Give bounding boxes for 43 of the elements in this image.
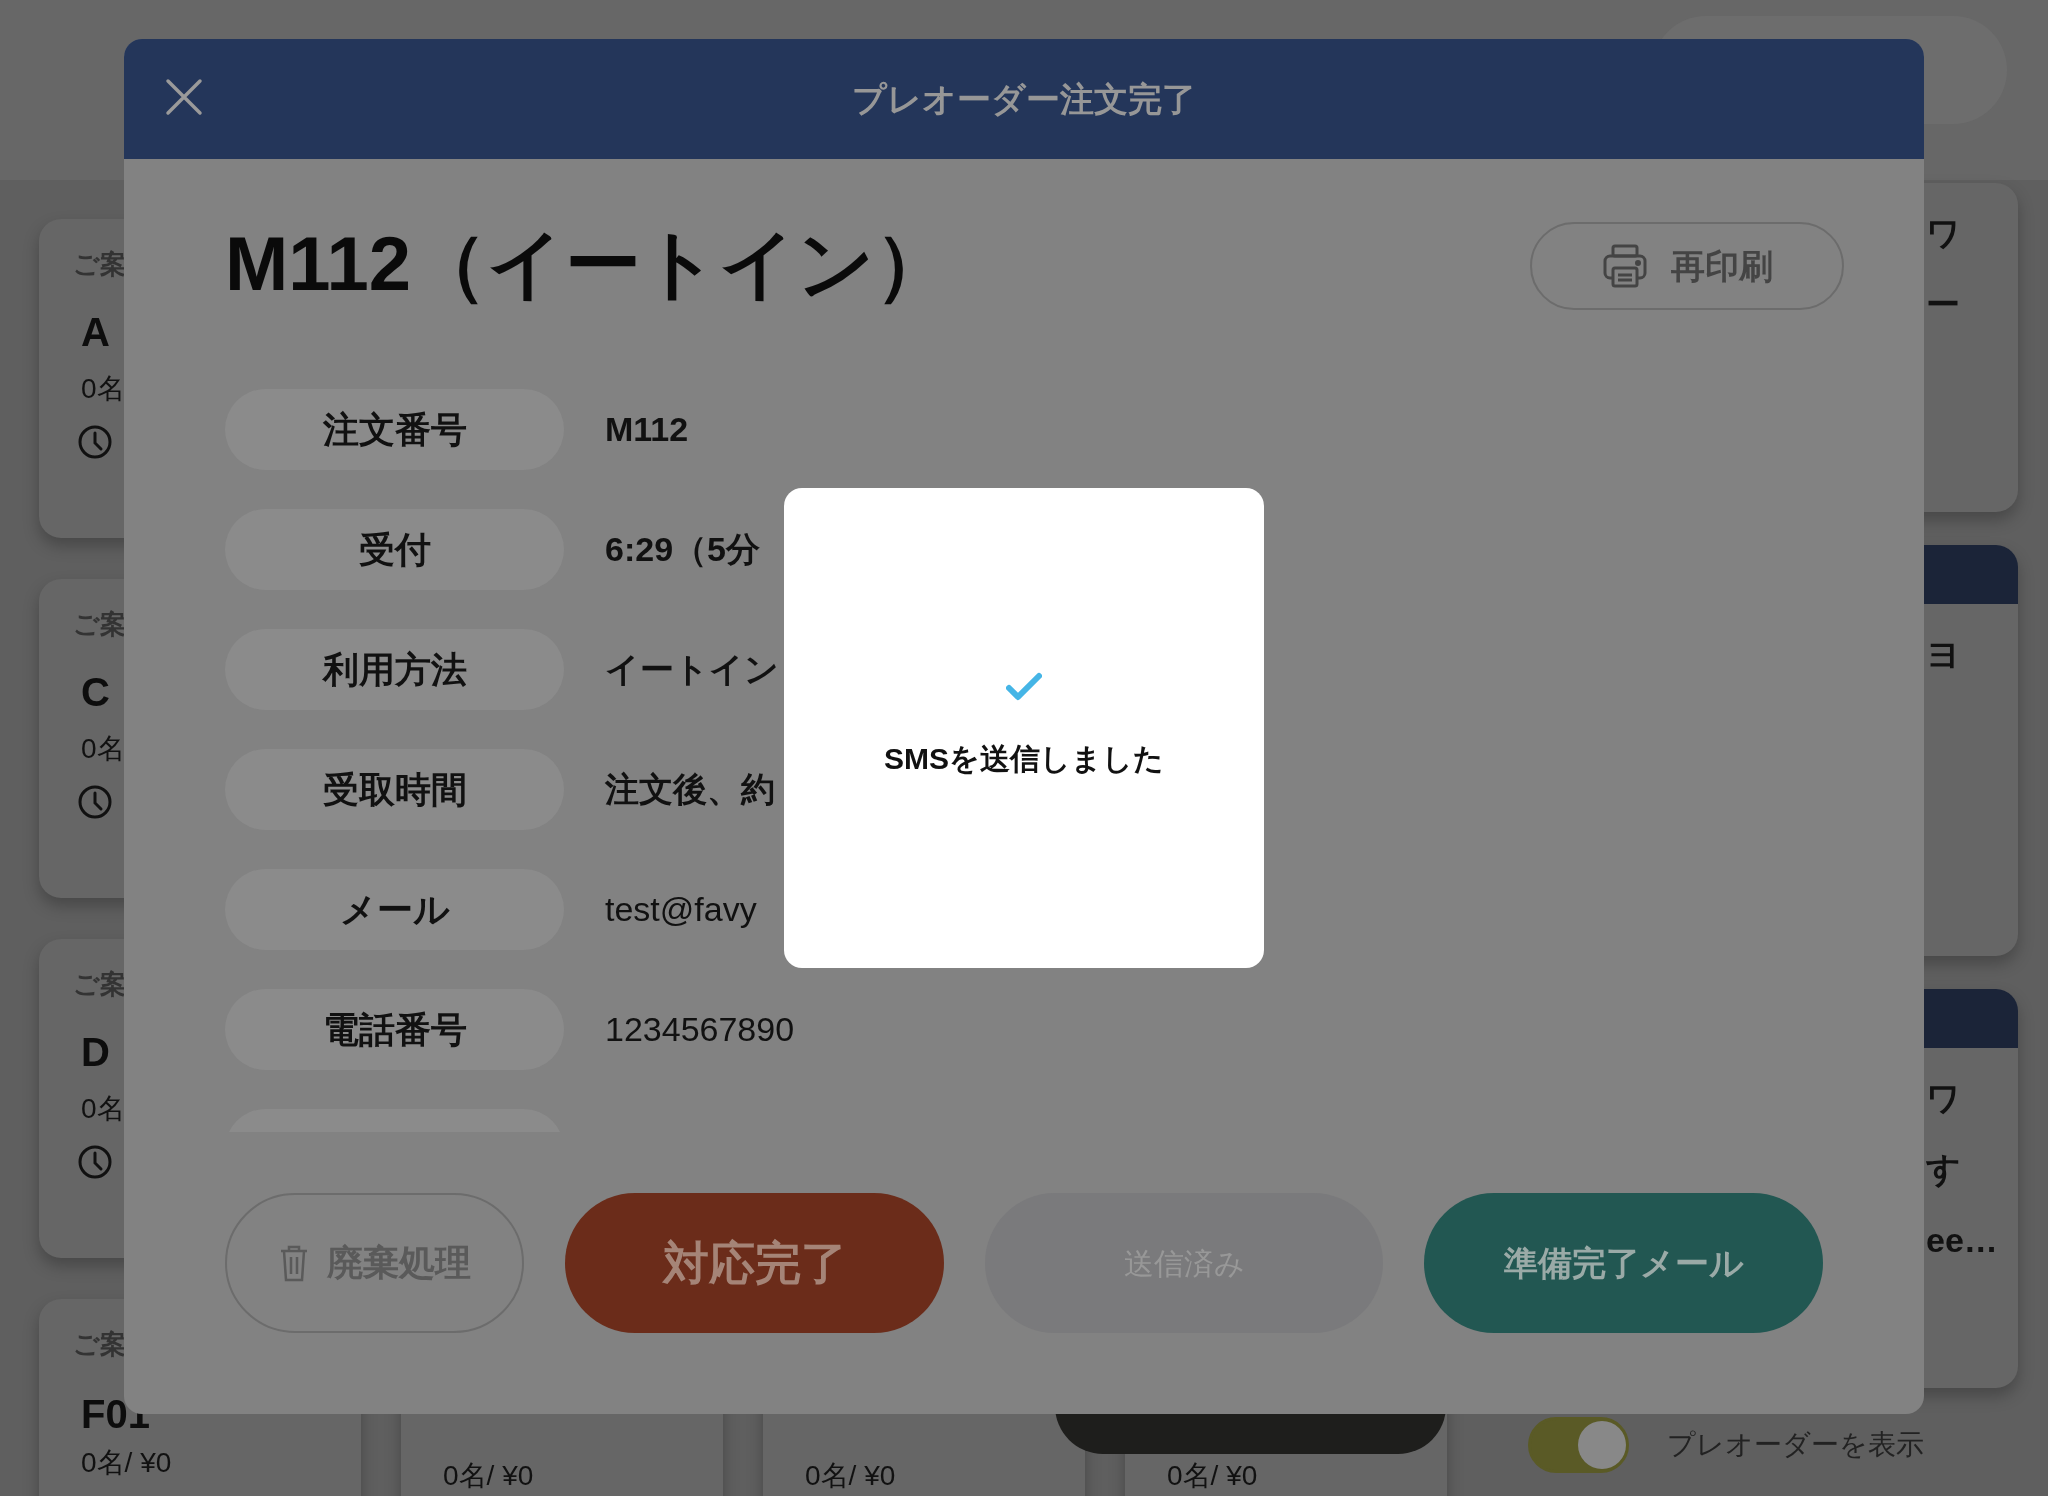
toggle-label: プレオーダーを表示	[1667, 1428, 1924, 1462]
field-value: イートイン	[605, 649, 779, 690]
guest-count: 0名	[81, 732, 125, 767]
action-button[interactable]: 対応完了	[565, 1193, 944, 1333]
field-value: 注文後、約	[605, 769, 775, 810]
field-label: 注文番号	[225, 389, 564, 470]
table-name: C	[81, 669, 110, 717]
trash-icon	[278, 1244, 309, 1282]
printer-icon	[1601, 242, 1649, 290]
card-text: ワ	[1925, 1078, 1962, 1119]
clock-icon	[77, 784, 113, 821]
field-value: M112	[605, 409, 689, 450]
order-heading: M112（イートイン）	[225, 220, 951, 308]
clock-icon	[77, 1144, 113, 1181]
card-text: ヨ	[1925, 634, 1962, 675]
action-button[interactable]: 準備完了メール	[1424, 1193, 1823, 1333]
guest-count: 0名	[81, 1092, 125, 1127]
field-label: 電話番号	[225, 989, 564, 1070]
card-text: ー	[1925, 283, 1961, 325]
field-label: 利用方法	[225, 629, 564, 710]
field-label: メール	[225, 869, 564, 950]
field-label: 受付	[225, 509, 564, 590]
field-label: 受取時間	[225, 749, 564, 830]
guest-count: 0名/ ¥0	[443, 1459, 534, 1493]
guest-count: 0名/ ¥0	[805, 1459, 896, 1493]
field-value: test@favy	[605, 889, 757, 930]
reprint-button[interactable]: 再印刷	[1530, 222, 1844, 310]
card-text: す	[1925, 1148, 1962, 1190]
toast-message: SMSを送信しました	[884, 741, 1164, 777]
check-icon	[1006, 672, 1042, 702]
table-name: A	[81, 309, 110, 357]
clock-icon	[77, 424, 113, 461]
dialog-title: プレオーダー注文完了	[852, 78, 1196, 120]
guest-count: 0名/ ¥0	[81, 1446, 172, 1481]
toggle-switch[interactable]	[1528, 1417, 1629, 1473]
close-button[interactable]	[164, 77, 204, 117]
guest-count: 0名	[81, 372, 125, 407]
field-value: 1234567890	[605, 1009, 795, 1050]
card-text: ee…	[1925, 1219, 1999, 1261]
field-value: 6:29（5分	[605, 529, 760, 570]
guest-count: 0名/ ¥0	[1167, 1459, 1258, 1493]
card-text: ワ	[1925, 213, 1962, 254]
table-name: D	[81, 1029, 110, 1077]
